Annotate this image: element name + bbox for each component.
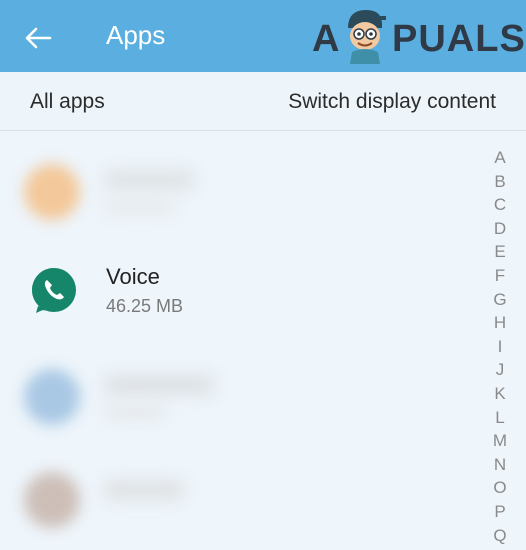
blurred-app-size: [104, 200, 174, 214]
back-arrow-icon: [25, 27, 52, 49]
index-letter-n[interactable]: N: [494, 453, 506, 477]
logo-text-left: A: [312, 18, 341, 60]
list-item-blurred-2[interactable]: [0, 345, 480, 445]
blurred-app-icon: [24, 164, 80, 220]
index-letter-p[interactable]: P: [494, 500, 505, 524]
appuals-logo: A PUALS: [308, 4, 526, 68]
blurred-app-icon: [24, 369, 80, 425]
alphabet-index[interactable]: ABCDEFGHIJKLMNOPQ: [488, 146, 512, 547]
index-letter-a[interactable]: A: [494, 146, 505, 170]
index-letter-f[interactable]: F: [495, 264, 505, 288]
switch-display-content-button[interactable]: Switch display content: [288, 90, 496, 114]
index-letter-m[interactable]: M: [493, 429, 507, 453]
app-name-voice: Voice: [106, 264, 160, 289]
list-item-voice[interactable]: [0, 240, 480, 340]
list-item-blurred-3[interactable]: [0, 450, 480, 550]
blurred-app-name: [104, 170, 194, 190]
index-letter-h[interactable]: H: [494, 311, 506, 335]
index-letter-k[interactable]: K: [494, 382, 505, 406]
index-letter-g[interactable]: G: [493, 288, 506, 312]
index-letter-i[interactable]: I: [498, 335, 503, 359]
blurred-app-name: [104, 375, 214, 395]
index-letter-q[interactable]: Q: [493, 524, 506, 548]
app-size-voice: 46.25 MB: [106, 296, 184, 316]
voice-phone-icon: [32, 268, 76, 313]
index-letter-d[interactable]: D: [494, 217, 506, 241]
index-letter-j[interactable]: J: [496, 358, 505, 382]
page-title: Apps: [106, 20, 166, 50]
back-button[interactable]: [18, 18, 58, 58]
index-letter-l[interactable]: L: [495, 406, 504, 430]
blurred-app-size: [104, 405, 164, 419]
blurred-app-name: [104, 480, 184, 500]
blurred-app-icon: [24, 472, 80, 528]
index-letter-b[interactable]: B: [494, 170, 505, 194]
index-letter-e[interactable]: E: [494, 240, 505, 264]
logo-text-right: PUALS: [392, 18, 526, 60]
mascot-icon: [348, 10, 386, 64]
app-bar: Apps A PUALS: [0, 0, 526, 72]
all-apps-label: All apps: [30, 90, 105, 113]
index-letter-c[interactable]: C: [494, 193, 506, 217]
list-item-blurred-1[interactable]: [0, 140, 480, 240]
index-letter-o[interactable]: O: [493, 476, 506, 500]
sub-bar: All apps Switch display content: [0, 72, 526, 131]
